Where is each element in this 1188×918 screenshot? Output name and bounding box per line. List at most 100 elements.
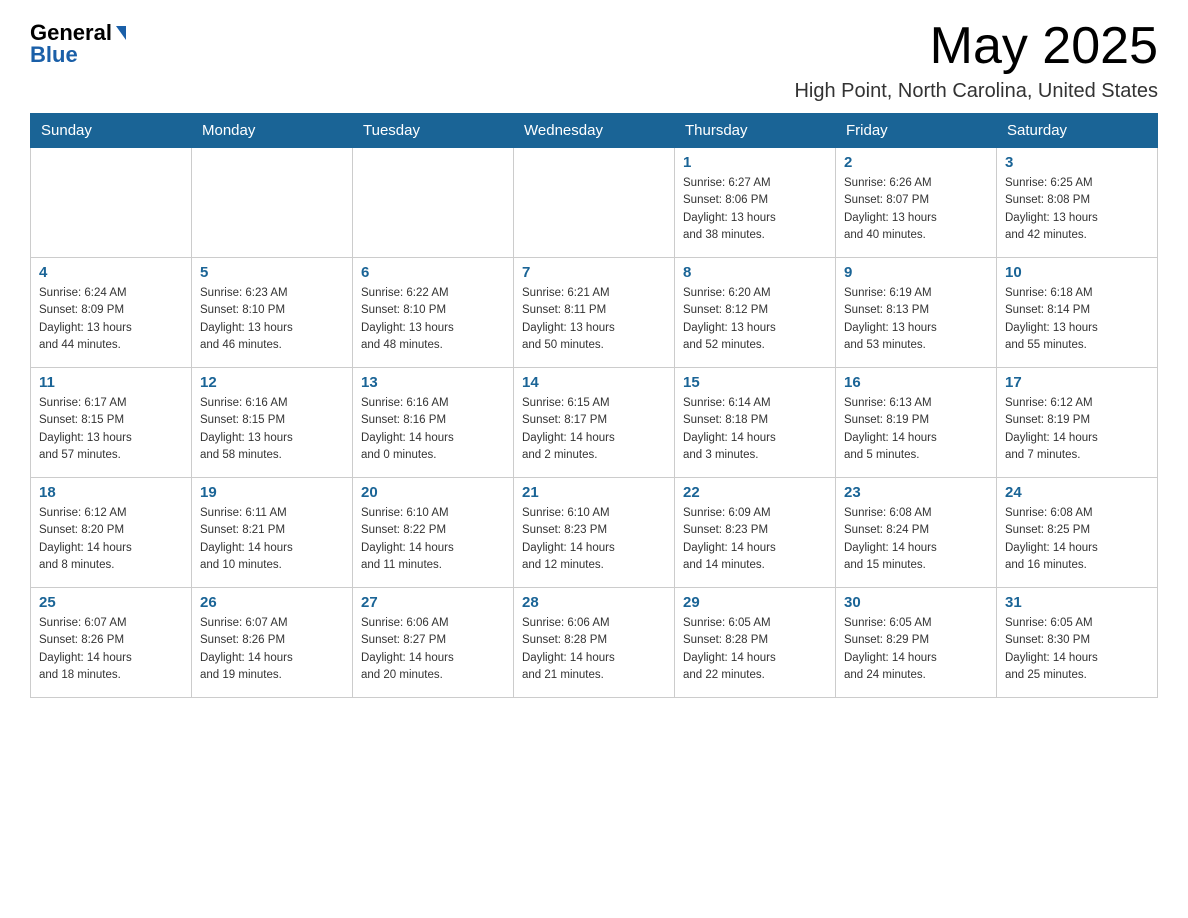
table-row: 29 Sunrise: 6:05 AM Sunset: 8:28 PM Dayli…	[675, 588, 836, 698]
day-info: Sunrise: 6:06 AM Sunset: 8:28 PM Dayligh…	[522, 615, 666, 684]
day-info: Sunrise: 6:15 AM Sunset: 8:17 PM Dayligh…	[522, 395, 666, 464]
table-row: 14 Sunrise: 6:15 AM Sunset: 8:17 PM Dayli…	[514, 368, 675, 478]
day-number: 30	[844, 594, 988, 611]
table-row: 8 Sunrise: 6:20 AM Sunset: 8:12 PM Daylig…	[675, 258, 836, 368]
day-info: Sunrise: 6:11 AM Sunset: 8:21 PM Dayligh…	[200, 505, 344, 574]
day-info: Sunrise: 6:07 AM Sunset: 8:26 PM Dayligh…	[200, 615, 344, 684]
day-info: Sunrise: 6:08 AM Sunset: 8:25 PM Dayligh…	[1005, 505, 1149, 574]
day-info: Sunrise: 6:16 AM Sunset: 8:16 PM Dayligh…	[361, 395, 505, 464]
day-number: 7	[522, 264, 666, 281]
table-row: 23Sunrise: 6:08 AM Sunset: 8:24 PM Dayli…	[836, 478, 997, 588]
day-number: 21	[522, 484, 666, 501]
table-row: 24 Sunrise: 6:08 AM Sunset: 8:25 PM Dayli…	[997, 478, 1158, 588]
table-row: 28Sunrise: 6:06 AM Sunset: 8:28 PM Dayli…	[514, 588, 675, 698]
day-number: 17	[1005, 374, 1149, 391]
day-number: 11	[39, 374, 183, 391]
day-number: 1	[683, 154, 827, 171]
day-number: 15	[683, 374, 827, 391]
day-number: 10	[1005, 264, 1149, 281]
day-number: 26	[200, 594, 344, 611]
table-row: 25Sunrise: 6:07 AM Sunset: 8:26 PM Dayli…	[31, 588, 192, 698]
day-info: Sunrise: 6:10 AM Sunset: 8:22 PM Dayligh…	[361, 505, 505, 574]
col-tuesday: Tuesday	[353, 114, 514, 148]
table-row: 7 Sunrise: 6:21 AM Sunset: 8:11 PM Daylig…	[514, 258, 675, 368]
table-row: 12 Sunrise: 6:16 AM Sunset: 8:15 PM Dayli…	[192, 368, 353, 478]
day-info: Sunrise: 6:05 AM Sunset: 8:30 PM Dayligh…	[1005, 615, 1149, 684]
day-number: 3	[1005, 154, 1149, 171]
day-number: 5	[200, 264, 344, 281]
day-number: 25	[39, 594, 183, 611]
day-info: Sunrise: 6:05 AM Sunset: 8:28 PM Dayligh…	[683, 615, 827, 684]
col-saturday: Saturday	[997, 114, 1158, 148]
table-row: 5Sunrise: 6:23 AM Sunset: 8:10 PM Daylig…	[192, 258, 353, 368]
day-number: 23	[844, 484, 988, 501]
day-info: Sunrise: 6:25 AM Sunset: 8:08 PM Dayligh…	[1005, 175, 1149, 244]
table-row: 27Sunrise: 6:06 AM Sunset: 8:27 PM Dayli…	[353, 588, 514, 698]
table-row	[514, 148, 675, 258]
location-title: High Point, North Carolina, United State…	[794, 80, 1158, 103]
col-thursday: Thursday	[675, 114, 836, 148]
calendar-table: Sunday Monday Tuesday Wednesday Thursday…	[30, 113, 1158, 698]
col-friday: Friday	[836, 114, 997, 148]
table-row: 6 Sunrise: 6:22 AM Sunset: 8:10 PM Daylig…	[353, 258, 514, 368]
page-header: General Blue May 2025 High Point, North …	[30, 20, 1158, 103]
day-info: Sunrise: 6:22 AM Sunset: 8:10 PM Dayligh…	[361, 285, 505, 354]
day-info: Sunrise: 6:12 AM Sunset: 8:19 PM Dayligh…	[1005, 395, 1149, 464]
day-info: Sunrise: 6:20 AM Sunset: 8:12 PM Dayligh…	[683, 285, 827, 354]
table-row: 1 Sunrise: 6:27 AM Sunset: 8:06 PM Daylig…	[675, 148, 836, 258]
table-row: 13 Sunrise: 6:16 AM Sunset: 8:16 PM Dayli…	[353, 368, 514, 478]
calendar-week-row: 4 Sunrise: 6:24 AM Sunset: 8:09 PM Daylig…	[31, 258, 1158, 368]
table-row: 15 Sunrise: 6:14 AM Sunset: 8:18 PM Dayli…	[675, 368, 836, 478]
day-number: 20	[361, 484, 505, 501]
day-number: 4	[39, 264, 183, 281]
table-row: 3 Sunrise: 6:25 AM Sunset: 8:08 PM Daylig…	[997, 148, 1158, 258]
day-info: Sunrise: 6:06 AM Sunset: 8:27 PM Dayligh…	[361, 615, 505, 684]
day-number: 9	[844, 264, 988, 281]
table-row: 10Sunrise: 6:18 AM Sunset: 8:14 PM Dayli…	[997, 258, 1158, 368]
day-info: Sunrise: 6:16 AM Sunset: 8:15 PM Dayligh…	[200, 395, 344, 464]
table-row: 11Sunrise: 6:17 AM Sunset: 8:15 PM Dayli…	[31, 368, 192, 478]
table-row: 16 Sunrise: 6:13 AM Sunset: 8:19 PM Dayli…	[836, 368, 997, 478]
day-number: 22	[683, 484, 827, 501]
table-row: 18Sunrise: 6:12 AM Sunset: 8:20 PM Dayli…	[31, 478, 192, 588]
table-row: 9 Sunrise: 6:19 AM Sunset: 8:13 PM Daylig…	[836, 258, 997, 368]
table-row	[192, 148, 353, 258]
calendar-week-row: 18Sunrise: 6:12 AM Sunset: 8:20 PM Dayli…	[31, 478, 1158, 588]
day-number: 16	[844, 374, 988, 391]
day-info: Sunrise: 6:10 AM Sunset: 8:23 PM Dayligh…	[522, 505, 666, 574]
day-number: 31	[1005, 594, 1149, 611]
logo: General Blue	[30, 20, 126, 68]
day-info: Sunrise: 6:05 AM Sunset: 8:29 PM Dayligh…	[844, 615, 988, 684]
day-info: Sunrise: 6:21 AM Sunset: 8:11 PM Dayligh…	[522, 285, 666, 354]
table-row: 22 Sunrise: 6:09 AM Sunset: 8:23 PM Dayli…	[675, 478, 836, 588]
calendar-week-row: 1 Sunrise: 6:27 AM Sunset: 8:06 PM Daylig…	[31, 148, 1158, 258]
day-number: 14	[522, 374, 666, 391]
day-number: 24	[1005, 484, 1149, 501]
day-info: Sunrise: 6:13 AM Sunset: 8:19 PM Dayligh…	[844, 395, 988, 464]
table-row: 26 Sunrise: 6:07 AM Sunset: 8:26 PM Dayli…	[192, 588, 353, 698]
day-number: 29	[683, 594, 827, 611]
table-row	[31, 148, 192, 258]
title-section: May 2025 High Point, North Carolina, Uni…	[794, 20, 1158, 103]
day-number: 12	[200, 374, 344, 391]
day-number: 2	[844, 154, 988, 171]
logo-blue-text: Blue	[30, 42, 78, 68]
day-number: 8	[683, 264, 827, 281]
logo-arrow-icon	[116, 26, 126, 40]
day-info: Sunrise: 6:12 AM Sunset: 8:20 PM Dayligh…	[39, 505, 183, 574]
day-number: 13	[361, 374, 505, 391]
day-info: Sunrise: 6:19 AM Sunset: 8:13 PM Dayligh…	[844, 285, 988, 354]
calendar-week-row: 25 Sunrise: 6:07 AM Sunset: 8:26 PM Dayli…	[31, 588, 1158, 698]
month-title: May 2025	[794, 20, 1158, 72]
table-row: 20 Sunrise: 6:10 AM Sunset: 8:22 PM Dayli…	[353, 478, 514, 588]
day-info: Sunrise: 6:14 AM Sunset: 8:18 PM Dayligh…	[683, 395, 827, 464]
day-number: 6	[361, 264, 505, 281]
day-info: Sunrise: 6:09 AM Sunset: 8:23 PM Dayligh…	[683, 505, 827, 574]
table-row: 31 Sunrise: 6:05 AM Sunset: 8:30 PM Dayli…	[997, 588, 1158, 698]
day-info: Sunrise: 6:27 AM Sunset: 8:06 PM Dayligh…	[683, 175, 827, 244]
day-info: Sunrise: 6:24 AM Sunset: 8:09 PM Dayligh…	[39, 285, 183, 354]
col-sunday: Sunday	[31, 114, 192, 148]
table-row: 17 Sunrise: 6:12 AM Sunset: 8:19 PM Dayli…	[997, 368, 1158, 478]
table-row: 2Sunrise: 6:26 AM Sunset: 8:07 PM Daylig…	[836, 148, 997, 258]
col-wednesday: Wednesday	[514, 114, 675, 148]
